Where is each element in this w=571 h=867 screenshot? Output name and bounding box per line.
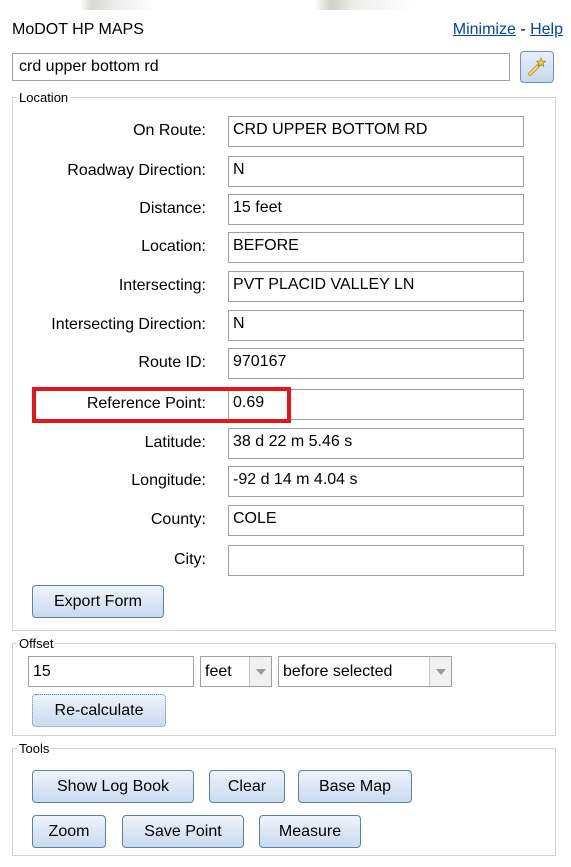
top-links: Minimize - Help [453,21,563,39]
longitude-label: Longitude: [131,472,206,489]
clear-button[interactable]: Clear [209,770,285,803]
offset-unit-value: feet [205,662,232,680]
search-input[interactable] [12,53,510,81]
zoom-button[interactable]: Zoom [32,815,106,848]
roadway-direction-label: Roadway Direction: [67,162,206,179]
offset-unit-select[interactable]: feet [200,656,272,687]
wand-icon [528,57,547,76]
longitude-value[interactable]: -92 d 14 m 4.04 s [228,466,524,497]
offset-distance-input[interactable] [28,656,194,687]
roadway-direction-value[interactable]: N [228,156,524,187]
on-route-label: On Route: [133,122,206,139]
route-id-value[interactable]: 970167 [228,348,524,379]
offset-legend: Offset [19,636,54,651]
county-label: County: [150,511,206,528]
offset-position-select[interactable]: before selected [278,656,452,687]
distance-label: Distance: [139,200,206,217]
minimize-link[interactable]: Minimize [453,21,516,38]
distance-value[interactable]: 15 feet [228,194,524,225]
city-value[interactable] [228,545,524,576]
reference-point-label: Reference Point: [86,395,206,412]
latitude-label: Latitude: [144,434,206,451]
intersecting-direction-label: Intersecting Direction: [51,316,206,333]
location-legend: Location [19,90,69,105]
location-value[interactable]: BEFORE [228,232,524,263]
intersecting-direction-value[interactable]: N [228,310,524,341]
location-label: Location: [141,238,206,255]
chevron-down-icon [249,657,271,686]
search-button[interactable] [520,51,554,83]
intersecting-label: Intersecting: [118,277,206,294]
latitude-value[interactable]: 38 d 22 m 5.46 s [228,428,524,459]
reference-point-value[interactable]: 0.69 [228,389,524,420]
app-title: MoDOT HP MAPS [12,21,144,38]
base-map-button[interactable]: Base Map [298,770,412,803]
route-id-label: Route ID: [138,354,206,371]
export-form-button[interactable]: Export Form [32,585,164,618]
city-label: City: [174,551,206,568]
chevron-down-icon [429,657,451,686]
show-log-book-button[interactable]: Show Log Book [32,770,194,803]
offset-position-value: before selected [283,662,393,680]
help-link[interactable]: Help [530,21,563,38]
save-point-button[interactable]: Save Point [122,815,244,848]
recalculate-button[interactable]: Re-calculate [32,694,166,727]
on-route-value[interactable]: CRD UPPER BOTTOM RD [228,116,524,147]
measure-button[interactable]: Measure [259,815,361,848]
link-separator: - [520,21,526,38]
intersecting-value[interactable]: PVT PLACID VALLEY LN [228,271,524,302]
county-value[interactable]: COLE [228,505,524,536]
tools-legend: Tools [19,741,50,756]
